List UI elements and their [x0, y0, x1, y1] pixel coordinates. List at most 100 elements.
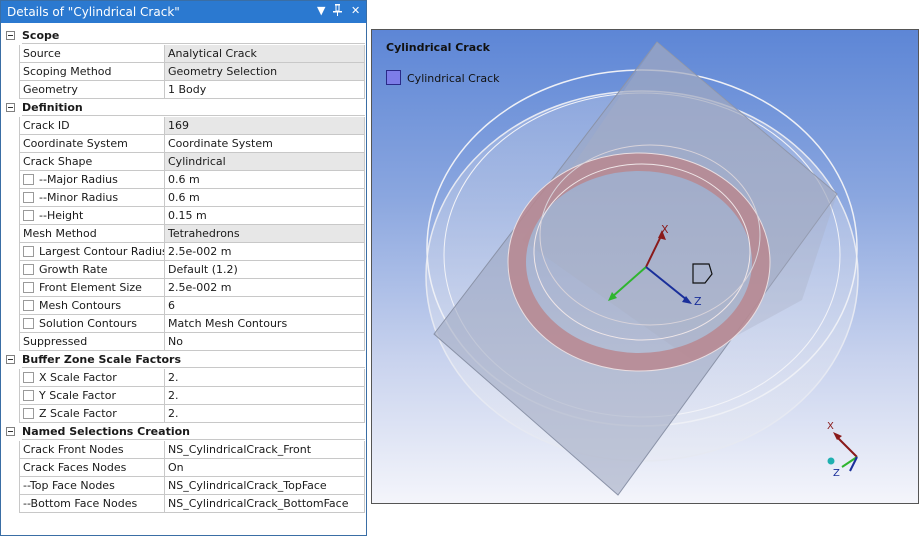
- legend-swatch: [386, 70, 401, 85]
- property-row[interactable]: Mesh Contours 6: [5, 297, 365, 315]
- property-name-text: Source: [23, 47, 61, 60]
- property-row[interactable]: Source Analytical Crack: [5, 45, 365, 63]
- property-name-text: Mesh Contours: [39, 299, 122, 312]
- collapse-toggle-icon[interactable]: [6, 103, 15, 112]
- property-row[interactable]: X Scale Factor 2.: [5, 369, 365, 387]
- property-name: Growth Rate: [19, 261, 164, 279]
- chevron-down-icon[interactable]: ▼: [317, 4, 325, 17]
- property-value[interactable]: 0.15 m: [164, 207, 365, 225]
- property-row[interactable]: Front Element Size 2.5e-002 m: [5, 279, 365, 297]
- property-value[interactable]: 1 Body: [164, 81, 365, 99]
- property-name: Solution Contours: [19, 315, 164, 333]
- parameter-checkbox[interactable]: [23, 246, 34, 257]
- triad-z-label: Z: [833, 468, 840, 479]
- property-row[interactable]: Crack Front Nodes NS_CylindricalCrack_Fro…: [5, 441, 365, 459]
- property-value[interactable]: NS_CylindricalCrack_Front: [164, 441, 365, 459]
- property-name-text: Suppressed: [23, 335, 88, 348]
- property-name: Scoping Method: [19, 63, 164, 81]
- property-name: Mesh Contours: [19, 297, 164, 315]
- property-row[interactable]: Z Scale Factor 2.: [5, 405, 365, 423]
- property-row[interactable]: Mesh Method Tetrahedrons: [5, 225, 365, 243]
- property-row[interactable]: --Major Radius 0.6 m: [5, 171, 365, 189]
- property-name-text: --Bottom Face Nodes: [23, 497, 138, 510]
- property-value[interactable]: 0.6 m: [164, 189, 365, 207]
- property-value[interactable]: Default (1.2): [164, 261, 365, 279]
- collapse-toggle-icon[interactable]: [6, 427, 15, 436]
- parameter-checkbox[interactable]: [23, 300, 34, 311]
- property-value[interactable]: Tetrahedrons: [164, 225, 365, 243]
- axis-z-label: Z: [694, 295, 702, 308]
- property-value[interactable]: Match Mesh Contours: [164, 315, 365, 333]
- property-row[interactable]: Suppressed No: [5, 333, 365, 351]
- property-row[interactable]: --Bottom Face Nodes NS_CylindricalCrack_B…: [5, 495, 365, 513]
- property-value[interactable]: 2.5e-002 m: [164, 243, 365, 261]
- parameter-checkbox[interactable]: [23, 372, 34, 383]
- property-value[interactable]: Cylindrical: [164, 153, 365, 171]
- category-label: Buffer Zone Scale Factors: [22, 351, 365, 368]
- parameter-checkbox[interactable]: [23, 210, 34, 221]
- parameter-checkbox[interactable]: [23, 408, 34, 419]
- viewport-title: Cylindrical Crack: [386, 41, 490, 54]
- property-value[interactable]: 6: [164, 297, 365, 315]
- property-row[interactable]: --Minor Radius 0.6 m: [5, 189, 365, 207]
- property-name: --Minor Radius: [19, 189, 164, 207]
- parameter-checkbox[interactable]: [23, 390, 34, 401]
- axis-x-label: X: [661, 223, 669, 236]
- property-value[interactable]: 2.: [164, 405, 365, 423]
- property-name-text: Scoping Method: [23, 65, 112, 78]
- model-view[interactable]: X Z X Z: [372, 30, 918, 503]
- property-value[interactable]: 2.: [164, 369, 365, 387]
- property-name-text: Front Element Size: [39, 281, 142, 294]
- property-name: Front Element Size: [19, 279, 164, 297]
- property-name-text: Crack ID: [23, 119, 70, 132]
- property-row[interactable]: Crack Faces Nodes On: [5, 459, 365, 477]
- property-row[interactable]: --Top Face Nodes NS_CylindricalCrack_TopF…: [5, 477, 365, 495]
- property-row[interactable]: Crack Shape Cylindrical: [5, 153, 365, 171]
- property-value[interactable]: 2.: [164, 387, 365, 405]
- property-value[interactable]: No: [164, 333, 365, 351]
- legend-label: Cylindrical Crack: [407, 72, 500, 85]
- property-name-text: --Major Radius: [39, 173, 118, 186]
- close-icon[interactable]: ✕: [351, 4, 360, 17]
- details-titlebar: Details of "Cylindrical Crack" ▼ ✕: [1, 1, 366, 23]
- parameter-checkbox[interactable]: [23, 174, 34, 185]
- category-row[interactable]: Named Selections Creation: [5, 423, 365, 441]
- global-triad-icon[interactable]: [827, 432, 858, 472]
- property-value[interactable]: NS_CylindricalCrack_BottomFace: [164, 495, 365, 513]
- details-grid: Scope Source Analytical Crack Scoping Metho…: [5, 27, 365, 513]
- property-row[interactable]: Crack ID 169: [5, 117, 365, 135]
- graphics-viewport[interactable]: X Z X Z Cylindrical Crack Cylindrical Cr…: [371, 29, 919, 504]
- property-value[interactable]: Coordinate System: [164, 135, 365, 153]
- property-row[interactable]: Largest Contour Radius 2.5e-002 m: [5, 243, 365, 261]
- collapse-toggle-icon[interactable]: [6, 355, 15, 364]
- property-value[interactable]: 169: [164, 117, 365, 135]
- category-row[interactable]: Definition: [5, 99, 365, 117]
- property-row[interactable]: Scoping Method Geometry Selection: [5, 63, 365, 81]
- property-row[interactable]: Y Scale Factor 2.: [5, 387, 365, 405]
- property-value[interactable]: Analytical Crack: [164, 45, 365, 63]
- category-row[interactable]: Buffer Zone Scale Factors: [5, 351, 365, 369]
- property-name-text: Geometry: [23, 83, 78, 96]
- category-row[interactable]: Scope: [5, 27, 365, 45]
- parameter-checkbox[interactable]: [23, 318, 34, 329]
- property-value[interactable]: 0.6 m: [164, 171, 365, 189]
- property-row[interactable]: Geometry 1 Body: [5, 81, 365, 99]
- property-name: Crack Shape: [19, 153, 164, 171]
- property-value[interactable]: On: [164, 459, 365, 477]
- property-name-text: X Scale Factor: [39, 371, 117, 384]
- parameter-checkbox[interactable]: [23, 282, 34, 293]
- parameter-checkbox[interactable]: [23, 264, 34, 275]
- property-name: Suppressed: [19, 333, 164, 351]
- collapse-toggle-icon[interactable]: [6, 31, 15, 40]
- property-value[interactable]: Geometry Selection: [164, 63, 365, 81]
- property-row[interactable]: Solution Contours Match Mesh Contours: [5, 315, 365, 333]
- property-name-text: Coordinate System: [23, 137, 128, 150]
- property-row[interactable]: Coordinate System Coordinate System: [5, 135, 365, 153]
- property-value[interactable]: NS_CylindricalCrack_TopFace: [164, 477, 365, 495]
- property-name: --Bottom Face Nodes: [19, 495, 164, 513]
- property-row[interactable]: Growth Rate Default (1.2): [5, 261, 365, 279]
- property-row[interactable]: --Height 0.15 m: [5, 207, 365, 225]
- parameter-checkbox[interactable]: [23, 192, 34, 203]
- property-value[interactable]: 2.5e-002 m: [164, 279, 365, 297]
- pin-icon[interactable]: [333, 4, 342, 18]
